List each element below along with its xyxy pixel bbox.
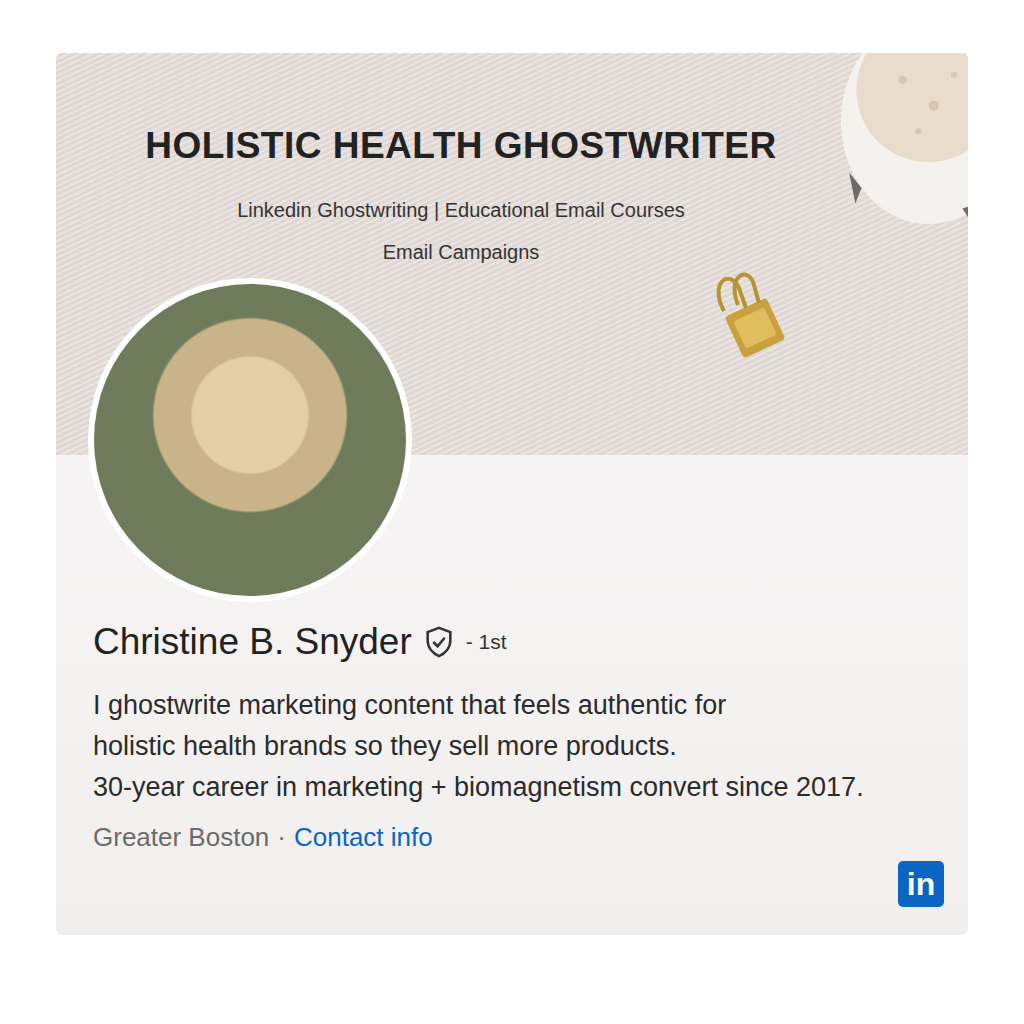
coffee-cup-icon <box>828 53 968 224</box>
name-row: Christine B. Snyder - 1st <box>93 621 944 663</box>
separator: · <box>277 822 286 853</box>
verified-shield-icon <box>422 625 456 659</box>
banner-service: Linkedin Ghostwriting | Educational Emai… <box>237 189 685 231</box>
avatar-photo[interactable] <box>88 278 412 602</box>
banner-service: Email Campaigns <box>383 231 540 273</box>
linkedin-logo[interactable]: in <box>898 861 944 907</box>
banner-title: HOLISTIC HEALTH GHOSTWRITER <box>145 125 777 167</box>
contact-info-link[interactable]: Contact info <box>294 822 433 853</box>
profile-card: HOLISTIC HEALTH GHOSTWRITER Linkedin Ghos… <box>56 53 968 935</box>
banner: HOLISTIC HEALTH GHOSTWRITER Linkedin Ghos… <box>56 53 968 455</box>
location: Greater Boston <box>93 822 269 853</box>
headline-line: 30-year career in marketing + biomagneti… <box>93 767 944 808</box>
profile-name: Christine B. Snyder <box>93 621 412 663</box>
page: HOLISTIC HEALTH GHOSTWRITER Linkedin Ghos… <box>0 0 1024 1024</box>
banner-text: HOLISTIC HEALTH GHOSTWRITER Linkedin Ghos… <box>96 53 826 273</box>
connection-degree: - 1st <box>466 630 507 654</box>
binder-clip-icon <box>704 263 794 363</box>
headline-line: I ghostwrite marketing content that feel… <box>93 685 944 726</box>
headline: I ghostwrite marketing content that feel… <box>93 685 944 808</box>
location-row: Greater Boston · Contact info <box>93 822 944 853</box>
headline-line: holistic health brands so they sell more… <box>93 726 944 767</box>
brand-row: in <box>93 861 944 907</box>
